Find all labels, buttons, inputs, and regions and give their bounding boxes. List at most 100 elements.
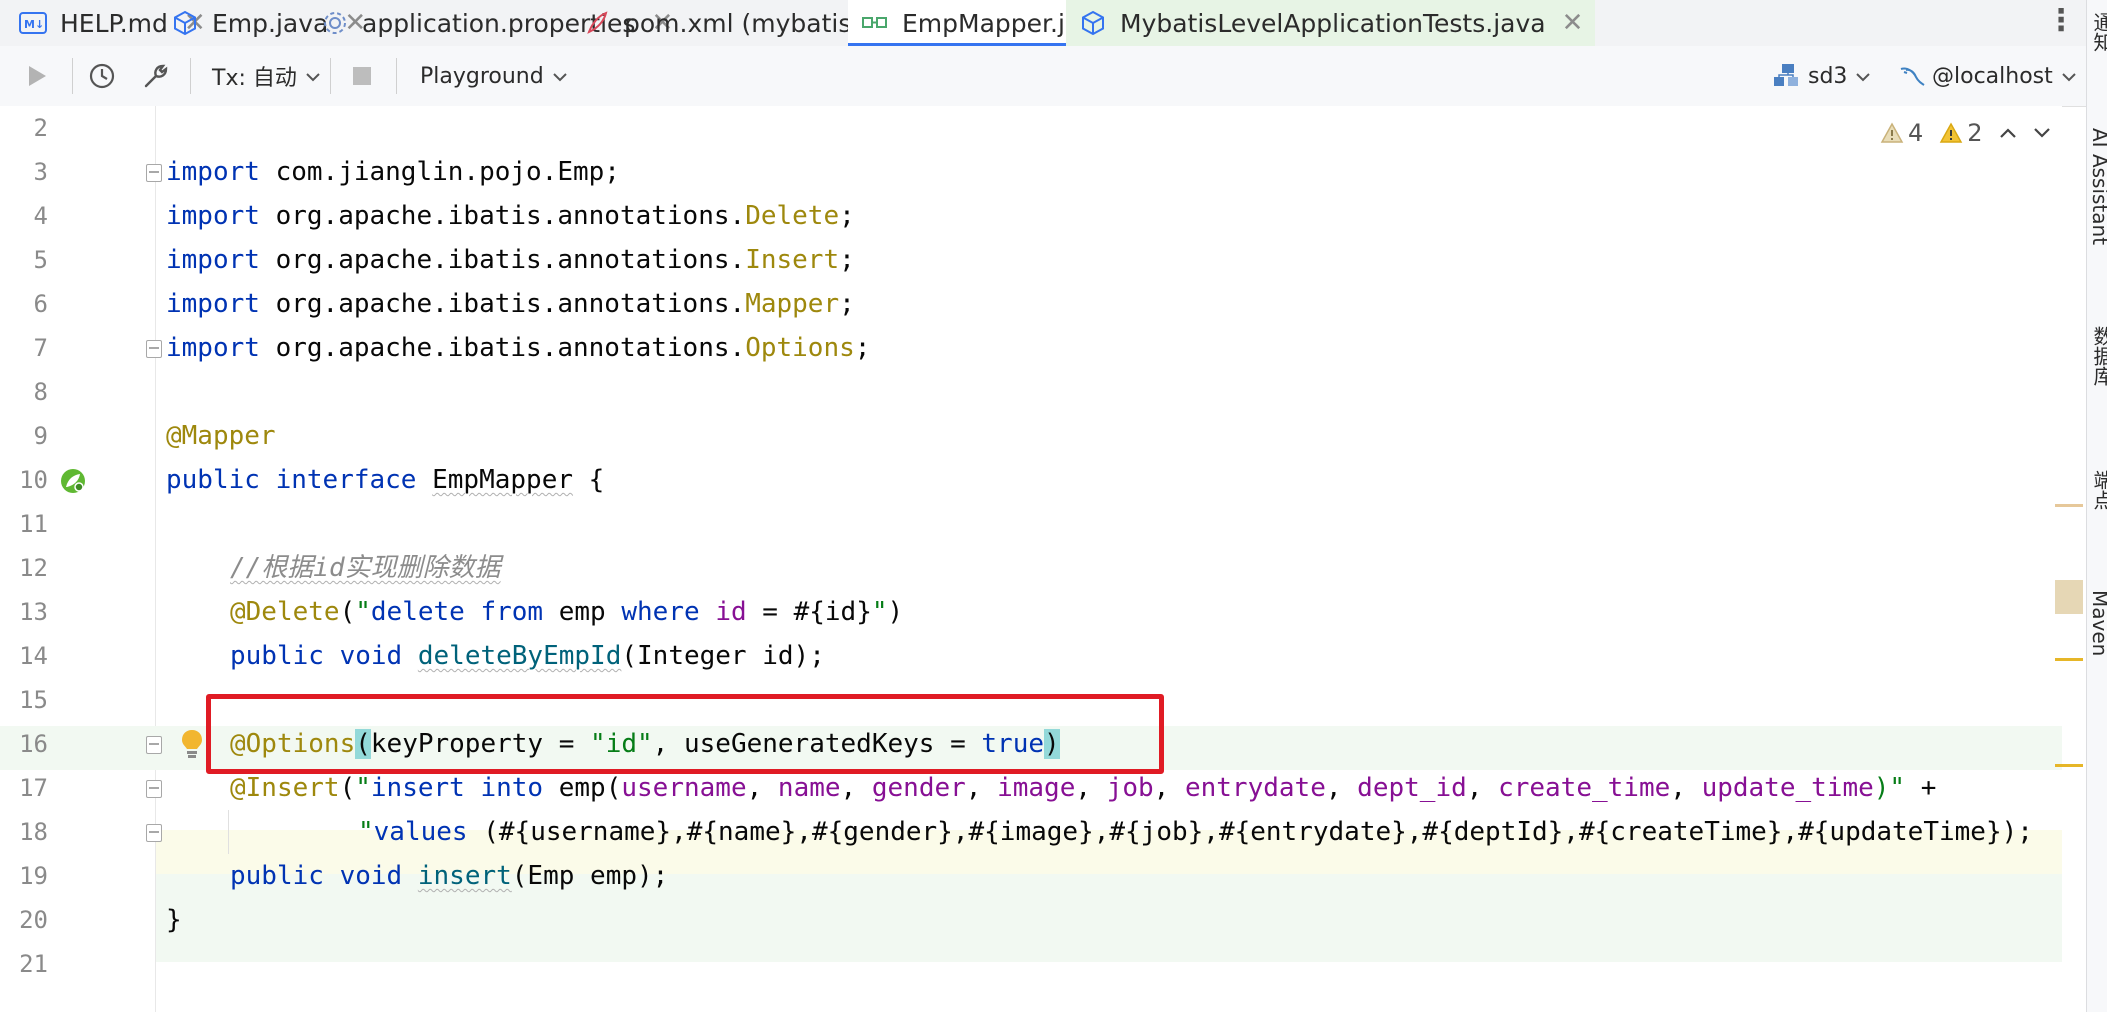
run-icon[interactable] (26, 46, 48, 106)
history-icon[interactable] (88, 46, 116, 106)
code-line: 5 import org.apache.ibatis.annotations.I… (0, 238, 2062, 282)
scrollbar-marker (2055, 658, 2083, 661)
chevron-down-icon (2061, 66, 2077, 87)
code-line: 7 import org.apache.ibatis.annotations.O… (0, 326, 2062, 370)
code-line: 4 import org.apache.ibatis.annotations.D… (0, 194, 2062, 238)
line-number: 10 (19, 466, 48, 494)
code-line: 2 (0, 106, 2062, 150)
playground-label: Playground (420, 63, 544, 89)
line-number: 7 (33, 334, 48, 362)
notifications-tool-button[interactable]: 通知 (2088, 12, 2107, 52)
line-number: 13 (19, 598, 48, 626)
endpoints-tool-button[interactable]: 端点 (2088, 470, 2107, 510)
code-text: public void deleteByEmpId(Integer id); (230, 641, 825, 671)
line-number: 14 (19, 642, 48, 670)
line-number: 11 (19, 510, 48, 538)
code-text: @Delete("delete from emp where id = #{id… (230, 597, 904, 627)
spring-bean-gutter-icon[interactable] (58, 466, 88, 500)
chevron-down-icon[interactable] (2033, 127, 2051, 139)
schema-icon (1772, 63, 1800, 89)
tab-label: MybatisLevelApplicationTests.java (1120, 8, 1546, 38)
code-line: 9 @Mapper (0, 414, 2062, 458)
toolbar-separator (396, 58, 397, 94)
line-number: 6 (33, 290, 48, 318)
code-line: 19 public void insert(Emp emp); (0, 854, 2062, 898)
editor-tab-bar: M↓ HELP.md ✕ Emp.java ✕ application.prop… (0, 0, 2086, 47)
highlight-annotation-box (206, 694, 1164, 774)
code-editor[interactable]: 2 3 import com.jianglin.pojo.Emp; 4 impo… (0, 106, 2083, 1012)
code-text: "values (#{username},#{name},#{gender},#… (358, 817, 2033, 847)
warning-count[interactable]: 2 (1939, 119, 1983, 147)
line-number: 2 (33, 114, 48, 142)
code-line: 11 (0, 502, 2062, 546)
fold-marker-icon[interactable] (146, 824, 162, 842)
toolbar-separator (72, 58, 73, 94)
line-number: 20 (19, 906, 48, 934)
java-interface-icon (860, 8, 890, 38)
chevron-down-icon (552, 66, 568, 87)
database-tool-button[interactable]: 数据库 (2088, 326, 2107, 386)
chevron-up-icon[interactable] (1999, 127, 2017, 139)
fold-marker-icon[interactable] (146, 164, 162, 182)
tx-mode-label: Tx: 自动 (212, 66, 297, 91)
line-number: 19 (19, 862, 48, 890)
settings-file-icon (320, 8, 350, 38)
chevron-down-icon (305, 66, 321, 87)
line-number: 18 (19, 818, 48, 846)
stop-icon[interactable] (352, 46, 372, 106)
code-comment: //根据id实现删除数据 (230, 553, 501, 583)
code-text: @Mapper (166, 421, 276, 451)
maven-tool-button[interactable]: Maven (2088, 590, 2107, 656)
code-line: 3 import com.jianglin.pojo.Emp; (0, 150, 2062, 194)
line-number: 9 (33, 422, 48, 450)
fold-marker-icon[interactable] (146, 780, 162, 798)
indent-guide (228, 810, 229, 854)
more-tabs-icon[interactable]: ⋮ (2046, 6, 2076, 36)
host-dropdown[interactable]: @localhost (1898, 46, 2077, 106)
code-line: 14 public void deleteByEmpId(Integer id)… (0, 634, 2062, 678)
line-number: 16 (19, 730, 48, 758)
code-line: 8 (0, 370, 2062, 414)
code-line: 20 } (0, 898, 2062, 942)
ai-assistant-tool-button[interactable]: AI Assistant (2088, 128, 2107, 245)
java-class-icon (170, 8, 200, 38)
code-text: import org.apache.ibatis.annotations.Ins… (166, 245, 855, 275)
markdown-file-icon: M↓ (18, 8, 48, 38)
code-text: import org.apache.ibatis.annotations.Map… (166, 289, 855, 319)
code-text: public interface EmpMapper { (166, 465, 605, 495)
datasource-dropdown[interactable]: sd3 (1772, 46, 1871, 106)
toolbar-separator (330, 58, 331, 94)
code-text: } (166, 905, 182, 935)
code-line: 13 @Delete("delete from emp where id = #… (0, 590, 2062, 634)
line-number: 21 (19, 950, 48, 978)
playground-dropdown[interactable]: Playground (420, 46, 568, 106)
code-text: public void insert(Emp emp); (230, 861, 669, 891)
host-label: @localhost (1932, 63, 2053, 89)
line-number: 8 (33, 378, 48, 406)
code-text: import com.jianglin.pojo.Emp; (166, 157, 620, 187)
close-icon[interactable]: ✕ (1562, 8, 1584, 38)
scrollbar-marker (2055, 504, 2083, 507)
line-number: 3 (33, 158, 48, 186)
scrollbar-marker (2055, 580, 2083, 614)
wrench-icon[interactable] (142, 46, 170, 106)
mysql-dolphin-icon (1898, 63, 1926, 89)
fold-marker-icon[interactable] (146, 340, 162, 358)
line-number: 12 (19, 554, 48, 582)
warning-icon (1880, 122, 1904, 143)
lightbulb-icon[interactable] (180, 728, 204, 764)
maven-pom-icon (582, 8, 612, 38)
scrollbar-marker (2055, 764, 2083, 767)
query-toolbar: Tx: 自动 Playground sd3 @localhost (0, 46, 2086, 107)
line-number: 5 (33, 246, 48, 274)
weak-warning-count[interactable]: 4 (1880, 119, 1923, 147)
transaction-mode-dropdown[interactable]: Tx: 自动 (212, 46, 321, 106)
code-line: 12 //根据id实现删除数据 (0, 546, 2062, 590)
warning-icon (1940, 122, 1963, 143)
tab-mybatislevel-tests[interactable]: MybatisLevelApplicationTests.java ✕ (1066, 0, 1596, 46)
datasource-label: sd3 (1808, 63, 1848, 89)
code-line: 18 "values (#{username},#{name},#{gender… (0, 810, 2062, 854)
fold-marker-icon[interactable] (146, 736, 162, 754)
inspections-widget[interactable]: 4 2 (1880, 118, 2067, 148)
java-test-class-icon (1078, 8, 1108, 38)
